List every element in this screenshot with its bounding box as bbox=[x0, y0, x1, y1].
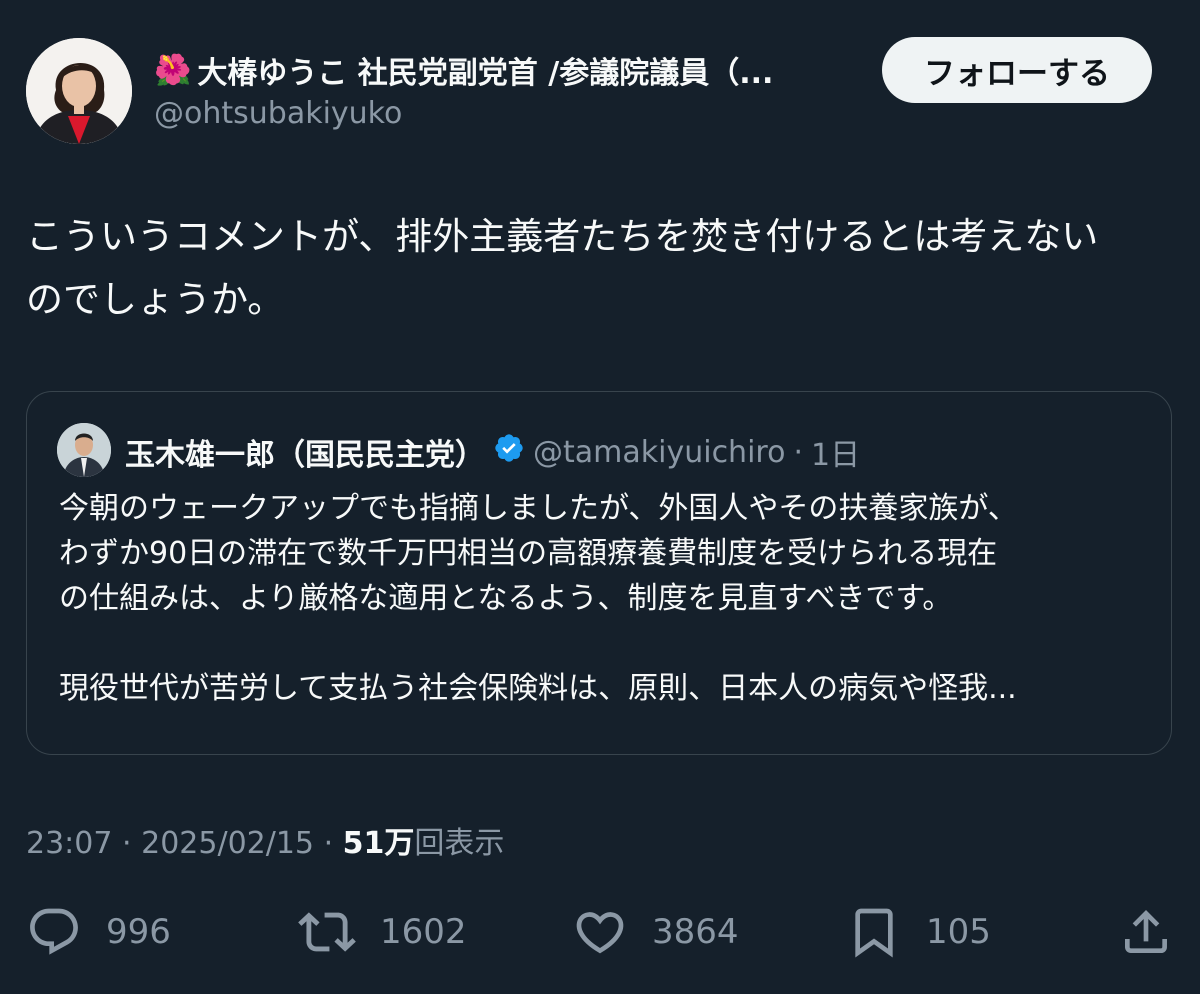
reply-button[interactable]: 996 bbox=[26, 904, 171, 960]
share-button[interactable] bbox=[1118, 904, 1174, 960]
quoted-separator: · bbox=[793, 434, 803, 470]
follow-button[interactable]: フォローする bbox=[882, 37, 1152, 103]
quoted-age: 1日 bbox=[810, 438, 861, 473]
retweet-button[interactable]: 1602 bbox=[298, 904, 467, 960]
views-label: 回表示 bbox=[414, 826, 505, 861]
bookmark-icon bbox=[846, 904, 902, 960]
tweet-date[interactable]: 2025/02/15 bbox=[141, 826, 314, 861]
like-icon bbox=[572, 904, 628, 960]
views-count: 51万 bbox=[342, 826, 415, 861]
quoted-author-handle: @tamakiyuichiro bbox=[533, 434, 786, 470]
like-count: 3864 bbox=[652, 912, 739, 952]
author-name[interactable]: 🌺 大椿ゆうこ 社民党副党首 /参議院議員（... bbox=[154, 48, 854, 92]
retweet-icon bbox=[298, 903, 356, 961]
author-handle[interactable]: @ohtsubakiyuko bbox=[154, 96, 402, 131]
bookmark-count: 105 bbox=[926, 912, 991, 952]
share-icon bbox=[1118, 904, 1174, 960]
meta-separator: · bbox=[323, 826, 334, 861]
reply-count: 996 bbox=[106, 912, 171, 952]
author-avatar[interactable] bbox=[26, 38, 132, 144]
tweet-detail: 🌺 大椿ゆうこ 社民党副党首 /参議院議員（... @ohtsubakiyuko… bbox=[0, 0, 1200, 994]
quoted-author-name: 玉木雄一郎（国民民主党） bbox=[125, 438, 485, 473]
quoted-author-avatar bbox=[57, 423, 111, 477]
retweet-count: 1602 bbox=[380, 912, 467, 952]
verified-badge-icon bbox=[493, 432, 525, 472]
tweet-text: こういうコメントが、排外主義者たちを焚き付けるとは考えない のでしょうか。 bbox=[26, 215, 1099, 321]
meta-separator: · bbox=[122, 826, 132, 861]
quoted-tweet-text: 今朝のウェークアップでも指摘しましたが、外国人やその扶養家族が、 わずか90日の… bbox=[59, 491, 1018, 706]
author-display-name: 大椿ゆうこ 社民党副党首 /参議院議員（... bbox=[197, 56, 774, 91]
quoted-tweet-header: 玉木雄一郎（国民民主党） @tamakiyuichiro · 1日 bbox=[125, 430, 860, 474]
reply-icon bbox=[26, 904, 82, 960]
tweet-time[interactable]: 23:07 bbox=[26, 826, 112, 861]
like-button[interactable]: 3864 bbox=[572, 904, 739, 960]
hibiscus-emoji: 🌺 bbox=[154, 52, 192, 88]
quoted-tweet-card[interactable]: 玉木雄一郎（国民民主党） @tamakiyuichiro · 1日 今朝のウェー… bbox=[26, 391, 1172, 755]
bookmark-button[interactable]: 105 bbox=[846, 904, 991, 960]
tweet-meta: 23:07 · 2025/02/15 · 51万回表示 bbox=[26, 818, 504, 862]
